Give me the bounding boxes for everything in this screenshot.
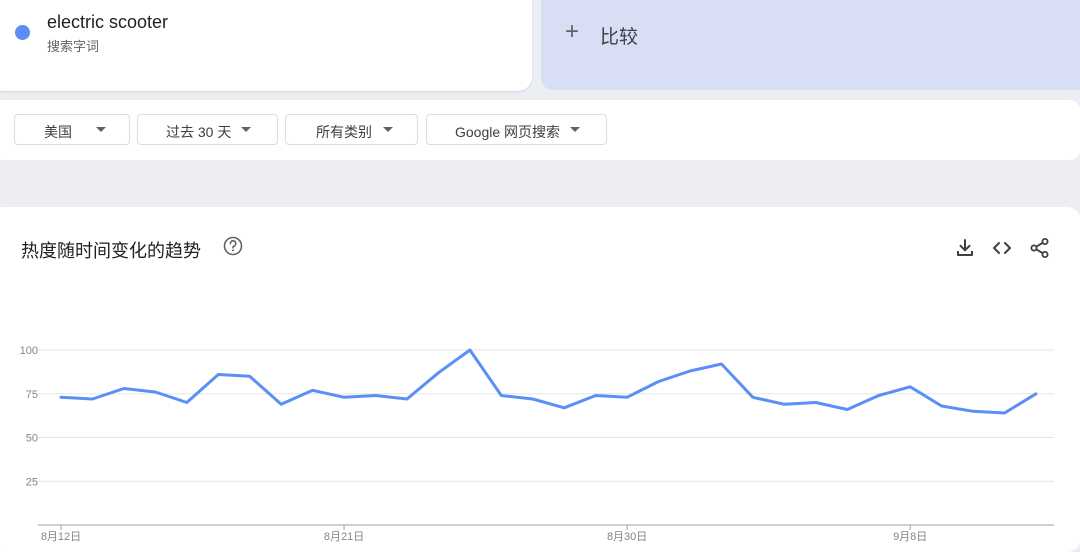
search-term-type: 搜索字词 — [47, 39, 100, 54]
search-term-name[interactable]: electric scooter — [47, 12, 168, 33]
chevron-down-icon — [241, 127, 251, 132]
x-tick-label: 8月12日 — [41, 531, 81, 543]
search-type-dropdown-label: Google 网页搜索 — [455, 124, 561, 140]
region-dropdown-label: 美国 — [44, 124, 72, 140]
x-tick-label: 8月21日 — [324, 531, 364, 543]
filter-bar: 美国 过去 30 天 所有类别 Google 网页搜索 — [0, 100, 1080, 160]
chevron-down-icon — [383, 127, 393, 132]
compare-label: 比较 — [600, 27, 639, 48]
time-range-dropdown[interactable]: 过去 30 天 — [137, 114, 278, 145]
x-tick-label: 8月30日 — [607, 531, 647, 543]
y-tick-label: 25 — [26, 476, 38, 488]
compare-button[interactable]: + 比较 — [541, 0, 1080, 90]
chevron-down-icon — [570, 127, 580, 132]
time-range-dropdown-label: 过去 30 天 — [166, 124, 232, 140]
x-tick-label: 9月8日 — [893, 531, 927, 543]
y-tick-label: 100 — [20, 345, 38, 357]
search-term-card[interactable]: electric scooter 搜索字词 — [0, 0, 532, 91]
series-line[interactable] — [59, 348, 1038, 415]
region-dropdown[interactable]: 美国 — [14, 114, 130, 145]
search-type-dropdown[interactable]: Google 网页搜索 — [426, 114, 607, 145]
plus-icon: + — [565, 18, 580, 45]
trend-line-chart: 25 50 75 100 8月12日 8月21日 8月30日 9月8日 — [20, 345, 1054, 543]
category-dropdown-label: 所有类别 — [316, 124, 372, 140]
y-tick-label: 75 — [26, 389, 38, 401]
series-color-dot — [15, 25, 30, 40]
chevron-down-icon — [96, 127, 106, 132]
category-dropdown[interactable]: 所有类别 — [285, 114, 418, 145]
interest-over-time-card: 热度随时间变化的趋势 25 50 75 100 8月12日 8月21日 8月30日 9月8日 — [0, 207, 1080, 552]
y-tick-label: 50 — [26, 433, 38, 445]
